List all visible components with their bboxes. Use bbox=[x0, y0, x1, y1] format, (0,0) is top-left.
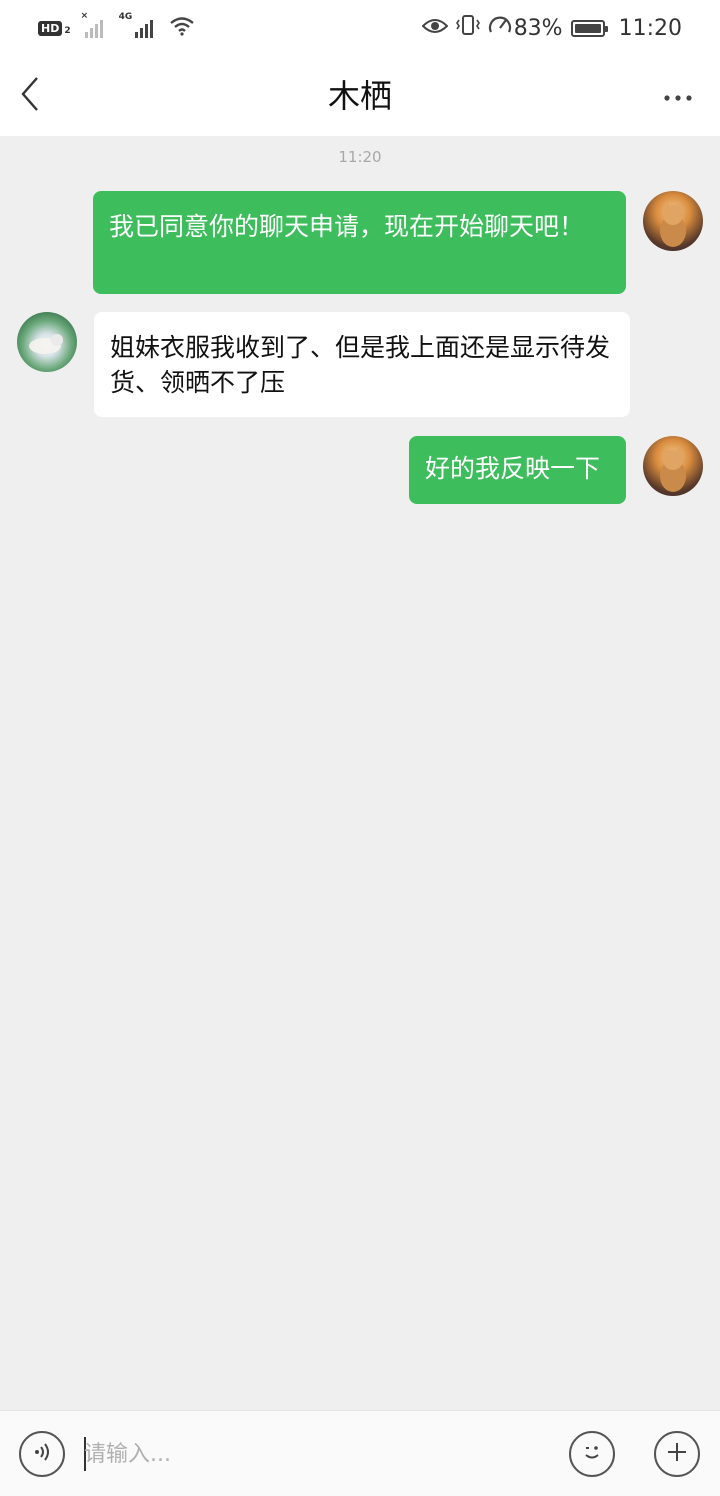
status-time: 11:20 bbox=[618, 15, 682, 41]
speedometer-icon bbox=[488, 14, 512, 42]
chat-header: 木栖 bbox=[0, 56, 720, 136]
signal-no-service-icon: × bbox=[81, 11, 103, 38]
status-right: 83% 11:20 bbox=[421, 12, 682, 44]
chat-title: 木栖 bbox=[327, 77, 392, 115]
status-left: HD 2 × 4G bbox=[38, 11, 195, 42]
outgoing-message-bubble[interactable]: 我已同意你的聊天申请，现在开始聊天吧！ bbox=[93, 191, 626, 294]
eye-icon bbox=[421, 16, 449, 41]
status-bar: HD 2 × 4G 83% 11:20 bbox=[0, 0, 720, 56]
message-input[interactable] bbox=[84, 1431, 544, 1477]
my-avatar[interactable] bbox=[643, 436, 703, 496]
my-avatar[interactable] bbox=[643, 191, 703, 251]
signal-4g-label: 4G bbox=[118, 12, 133, 22]
plus-icon bbox=[666, 1441, 688, 1467]
voice-icon bbox=[30, 1440, 54, 1468]
outgoing-message-bubble[interactable]: 好的我反映一下 bbox=[409, 436, 626, 504]
more-options-button[interactable] bbox=[658, 80, 698, 112]
hd-badge: HD bbox=[38, 20, 63, 36]
add-button[interactable] bbox=[654, 1431, 700, 1477]
vibrate-icon bbox=[455, 14, 480, 42]
hd-sub-label: 2 bbox=[64, 26, 71, 36]
signal-4g-icon: 4G bbox=[119, 12, 153, 38]
incoming-message-bubble[interactable]: 姐妹衣服我收到了、但是我上面还是显示待发货、领晒不了压 bbox=[94, 312, 630, 417]
wifi-icon bbox=[169, 16, 195, 40]
emoji-icon bbox=[579, 1439, 605, 1469]
message-timestamp: 11:20 bbox=[338, 148, 382, 166]
voice-button[interactable] bbox=[19, 1431, 65, 1477]
battery-percent: 83% bbox=[513, 15, 563, 41]
input-bar bbox=[0, 1410, 720, 1496]
message-list[interactable]: 11:20 我已同意你的聊天申请，现在开始聊天吧！ 姐妹衣服我收到了、但是我上面… bbox=[0, 136, 720, 1410]
contact-avatar[interactable] bbox=[17, 312, 77, 372]
more-dots-icon bbox=[663, 87, 693, 106]
emoji-button[interactable] bbox=[569, 1431, 615, 1477]
battery-icon bbox=[570, 19, 608, 37]
